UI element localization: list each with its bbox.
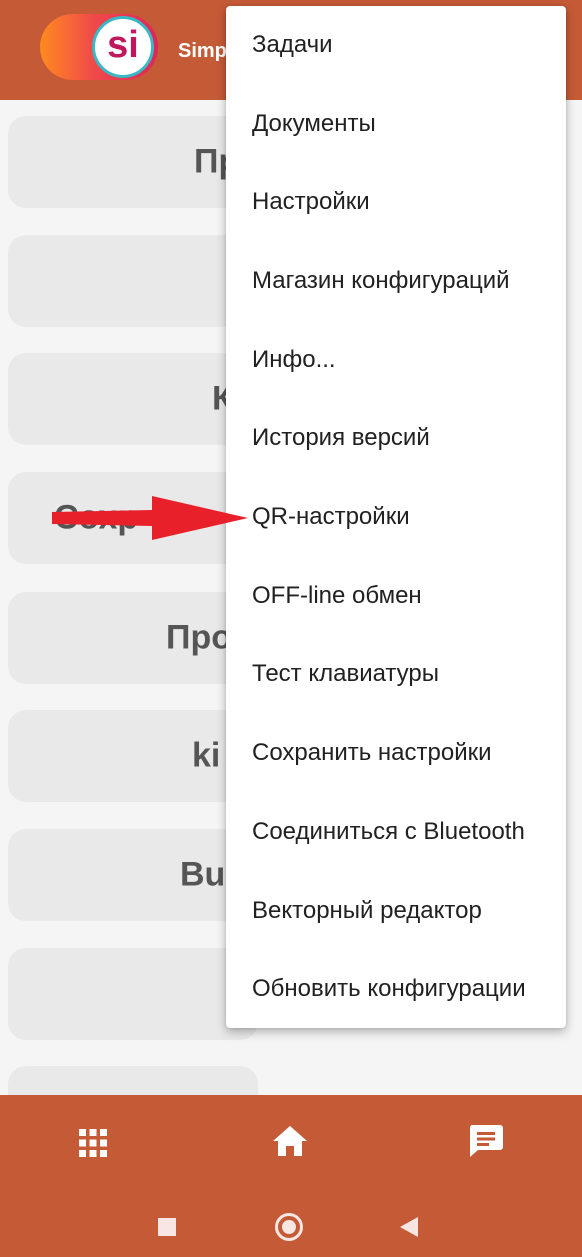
bottom-navigation-bar <box>0 1095 582 1257</box>
logo-text: si <box>107 24 139 66</box>
home-circle-icon[interactable] <box>274 1212 304 1242</box>
overflow-menu: Задачи Документы Настройки Магазин конфи… <box>226 6 566 1028</box>
menu-item-save-settings[interactable]: Сохранить настройки <box>252 733 492 773</box>
main-button-7[interactable]: Bu <box>8 829 258 921</box>
menu-item-settings[interactable]: Настройки <box>252 182 370 222</box>
menu-item-qr-settings[interactable]: QR-настройки <box>252 497 410 537</box>
menu-item-keyboard-test[interactable]: Тест клавиатуры <box>252 654 439 694</box>
menu-item-version-history[interactable]: История версий <box>252 418 430 458</box>
menu-item-documents[interactable]: Документы <box>252 104 376 144</box>
app-logo: si <box>92 16 154 78</box>
main-button-label: ki <box>192 736 221 775</box>
main-button-label: Bu <box>180 855 226 894</box>
menu-item-tasks[interactable]: Задачи <box>252 25 333 65</box>
menu-item-vector-editor[interactable]: Векторный редактор <box>252 891 482 931</box>
main-button-1[interactable]: Пр <box>8 116 258 208</box>
menu-item-bluetooth-connect[interactable]: Соединиться с Bluetooth <box>252 812 525 852</box>
main-button-6[interactable]: ki <box>8 710 258 802</box>
back-triangle-icon[interactable] <box>398 1216 420 1238</box>
main-button-label: Про <box>166 618 232 657</box>
main-button-3[interactable]: К <box>8 353 258 445</box>
apps-grid-icon[interactable] <box>78 1128 108 1158</box>
home-icon[interactable] <box>272 1125 308 1157</box>
app-title: Simp <box>178 40 227 62</box>
main-button-2[interactable] <box>8 235 258 327</box>
menu-item-info[interactable]: Инфо... <box>252 340 336 380</box>
main-button-8[interactable] <box>8 948 258 1040</box>
menu-item-update-configs[interactable]: Обновить конфигурации <box>252 969 526 1009</box>
main-button-5[interactable]: Про <box>8 592 258 684</box>
red-arrow-annotation <box>52 496 248 540</box>
menu-item-config-store[interactable]: Магазин конфигураций <box>252 261 510 301</box>
chat-icon[interactable] <box>468 1123 504 1159</box>
menu-item-offline-exchange[interactable]: OFF-line обмен <box>252 576 422 616</box>
recents-square-icon[interactable] <box>157 1217 177 1237</box>
